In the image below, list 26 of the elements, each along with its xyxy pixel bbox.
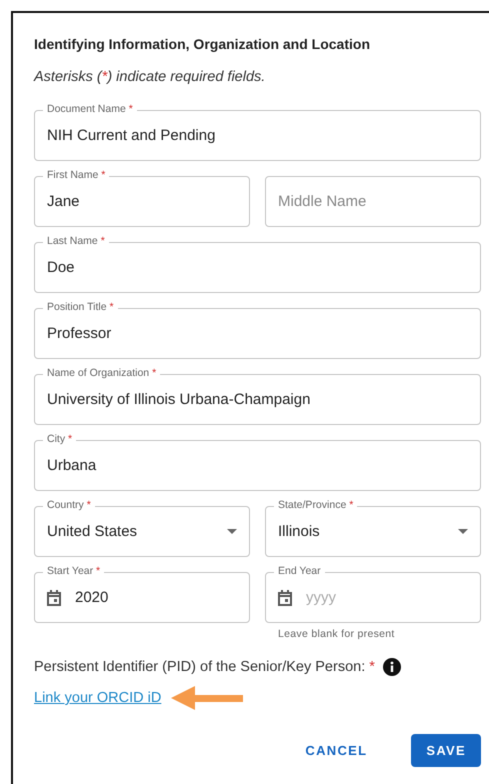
input-field[interactable]: Position Title * Professor bbox=[34, 301, 481, 359]
field-label: Country * bbox=[43, 499, 95, 512]
pid-label: Persistent Identifier (PID) of the Senior/Key Person: * bbox=[34, 659, 375, 675]
select-field[interactable]: Country * United States bbox=[34, 499, 250, 557]
field-label: City * bbox=[43, 433, 76, 446]
input-field[interactable]: Document Name * NIH Current and Pending bbox=[34, 103, 481, 161]
select-field[interactable]: State/Province * Illinois bbox=[265, 499, 481, 557]
section-title: Identifying Information, Organization and Location bbox=[34, 36, 371, 52]
orcid-link[interactable]: Link your ORCID iD bbox=[34, 690, 162, 706]
calendar-icon[interactable] bbox=[47, 590, 61, 606]
input-field[interactable]: Last Name * Doe bbox=[34, 235, 481, 293]
input-field[interactable]: Name of Organization * University of Illinois Urbana-Champaign bbox=[34, 367, 481, 425]
field-label: Name of Organization * bbox=[43, 367, 160, 380]
input-field[interactable]: First Name * Jane bbox=[34, 169, 250, 227]
cancel-button[interactable]: CANCEL bbox=[291, 734, 382, 767]
dropdown-caret-icon[interactable] bbox=[458, 529, 468, 534]
calendar-icon[interactable] bbox=[278, 590, 292, 606]
input-field[interactable]: End Year yyyy bbox=[265, 565, 481, 623]
helper-text: Leave blank for present bbox=[278, 628, 396, 640]
info-icon[interactable] bbox=[382, 658, 401, 676]
input-field[interactable]: Start Year * 2020 bbox=[34, 565, 250, 623]
required-fields-note: Asterisks (*) indicate required fields. bbox=[34, 69, 266, 85]
dropdown-caret-icon[interactable] bbox=[227, 529, 237, 534]
save-button[interactable]: SAVE bbox=[411, 734, 481, 767]
input-field[interactable]: Middle Name bbox=[265, 169, 481, 227]
input-field[interactable]: City * Urbana bbox=[34, 433, 481, 491]
